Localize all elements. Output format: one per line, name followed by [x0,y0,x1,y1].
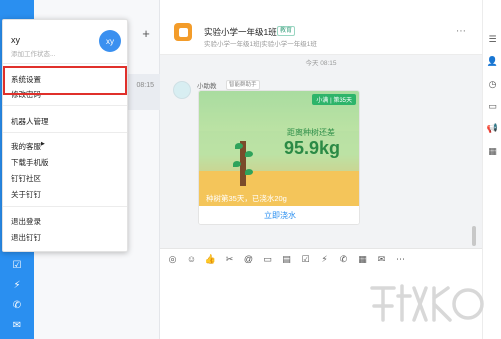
input-toolbar: ◎ ☺ 👍 ✂ @ ▭ ▤ ☑ ⚡ ✆ ▦ ✉ ⋯ [160,248,482,271]
group-logo-icon[interactable] [174,23,192,41]
menu-item-my-service[interactable]: 我的客服 ▶ [11,141,45,152]
leaf [235,143,243,149]
highlight-box [3,66,127,95]
add-member-icon[interactable]: 👤 [486,55,499,68]
phone-icon[interactable]: ✆ [337,253,350,266]
message-input[interactable] [160,271,482,339]
at-icon[interactable]: @ [242,253,255,266]
chevron-right-icon: ▶ [41,141,45,147]
menu-item-label: 我的客服 [11,142,41,151]
user-name: xy [11,35,20,45]
target-label: 距离种树还差 [287,128,335,137]
mail-icon[interactable]: ✉ [375,253,388,266]
target-value: 95.9kg [284,138,341,158]
bot-avatar[interactable] [173,81,191,99]
todo-icon[interactable]: ☑ [0,255,34,275]
user-menu: xy 添加工作状态... xy 系统设置 修改密码 机器人管理 我的客服 ▶ 下… [2,19,128,252]
divider [3,132,127,133]
chat-tag-badge: 教育 [277,26,296,36]
leaf [245,169,253,175]
right-rail: ☰ 👤 ◷ ▭ 📢 ▦ [482,0,501,339]
scrollbar[interactable] [472,226,476,246]
bot-name: 小助教 [197,83,217,90]
chat-title: 实验小学一年级1班 [204,27,277,37]
phone-icon[interactable]: ✆ [0,295,34,315]
calendar-icon[interactable]: ▦ [356,253,369,266]
chat-header: 实验小学一年级1班 教育 实验小学一年级1班|实验小学一年级1班 ⋯ [160,0,482,55]
conversation-time: 08:15 [136,82,154,89]
date-label: 今天 08:15 [305,60,337,67]
thumb-icon[interactable]: 👍 [204,253,217,266]
ding-icon[interactable]: ⚡ [0,275,34,295]
more-icon[interactable]: ⋯ [394,253,407,266]
chat-subtitle: 实验小学一年级1班|实验小学一年级1班 [204,41,317,48]
day-badge: 小满 | 第35天 [312,94,356,105]
progress-text: 种树第35天，已浇水20g [206,194,287,203]
folder-icon[interactable]: ▭ [261,253,274,266]
menu-item-community[interactable]: 钉钉社区 [11,173,41,184]
message-area: 今天 08:15 小助教 智能群助手 小满 | 第35天 距离种树还差 95.9… [160,55,482,248]
divider [3,206,127,207]
leaf [233,161,241,167]
chat-icon[interactable]: ☰ [486,33,499,46]
check-icon[interactable]: ☑ [299,253,312,266]
menu-item-robot-management[interactable]: 机器人管理 [11,116,49,127]
water-now-button[interactable]: 立即浇水 [199,206,359,224]
add-icon[interactable]: + [140,27,152,40]
announcement-icon[interactable]: 📢 [486,122,499,135]
calendar-icon[interactable]: ▦ [486,145,499,158]
divider [3,105,127,106]
folder-icon[interactable]: ▭ [486,100,499,113]
more-icon[interactable]: ⋯ [456,26,466,37]
bot-tag-badge: 智能群助手 [226,80,260,90]
menu-item-download-mobile[interactable]: 下载手机版 [11,157,49,168]
status-input[interactable]: 添加工作状态... [11,48,55,58]
scissors-icon[interactable]: ✂ [223,253,236,266]
menu-item-about[interactable]: 关于钉钉 [11,189,41,200]
ding-icon[interactable]: ⚡ [318,253,331,266]
gif-icon[interactable]: ◎ [166,253,179,266]
emoji-icon[interactable]: ☺ [185,253,198,266]
avatar[interactable]: xy [99,30,121,52]
leaf [245,151,253,157]
doc-icon[interactable]: ▤ [280,253,293,266]
tree-card[interactable]: 小满 | 第35天 距离种树还差 95.9kg 种树第35天，已浇水20g 立即… [198,90,360,225]
divider [3,63,127,64]
rail-icons: ☑ ⚡ ✆ ✉ [0,255,34,335]
menu-item-logout[interactable]: 退出登录 [11,216,41,227]
menu-item-quit[interactable]: 退出钉钉 [11,232,41,243]
history-icon[interactable]: ◷ [486,78,499,91]
mail-icon[interactable]: ✉ [0,315,34,335]
